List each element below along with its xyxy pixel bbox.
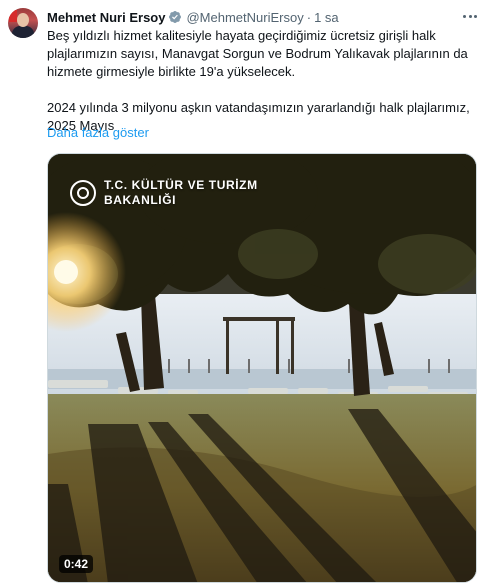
ministry-watermark: T.C. KÜLTÜR VE TURİZM BAKANLIĞI bbox=[70, 178, 258, 208]
tweet-header: Mehmet Nuri Ersoy @MehmetNuriErsoy · 1 s… bbox=[47, 8, 339, 26]
tweet-paragraph: Beş yıldızlı hizmet kalitesiyle hayata g… bbox=[47, 28, 468, 79]
video-duration-badge: 0:42 bbox=[59, 555, 94, 573]
show-more-link[interactable]: Daha fazla göster bbox=[47, 125, 149, 140]
ministry-title-line2: BAKANLIĞI bbox=[104, 193, 177, 207]
user-handle[interactable]: @MehmetNuriErsoy bbox=[186, 10, 303, 25]
timestamp[interactable]: 1 sa bbox=[314, 10, 339, 25]
video-player[interactable]: T.C. KÜLTÜR VE TURİZM BAKANLIĞI 0:42 bbox=[47, 153, 477, 583]
display-name[interactable]: Mehmet Nuri Ersoy bbox=[47, 10, 165, 25]
avatar[interactable] bbox=[8, 8, 38, 38]
ministry-emblem-icon bbox=[70, 180, 96, 206]
separator-dot: · bbox=[306, 9, 312, 25]
verified-badge-icon bbox=[169, 11, 182, 23]
video-thumbnail bbox=[48, 154, 476, 582]
tweet-text: Beş yıldızlı hizmet kalitesiyle hayata g… bbox=[47, 27, 477, 135]
more-options-icon[interactable] bbox=[461, 8, 479, 24]
tweet[interactable]: Mehmet Nuri Ersoy @MehmetNuriErsoy · 1 s… bbox=[0, 0, 488, 587]
ministry-title-line1: T.C. KÜLTÜR VE TURİZM bbox=[104, 178, 258, 192]
